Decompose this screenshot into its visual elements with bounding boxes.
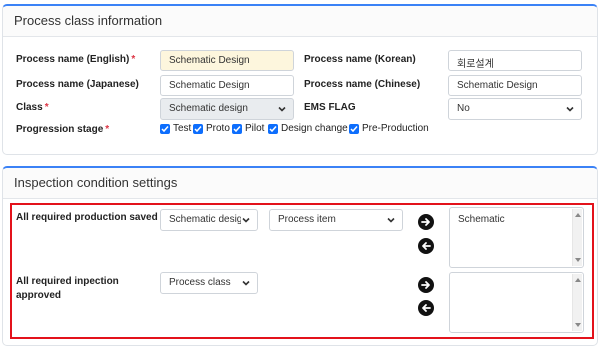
name-zh-input[interactable]: Schematic Design [448, 75, 582, 96]
arrow-left-circle-icon[interactable] [418, 238, 434, 254]
required-mark: * [131, 54, 136, 65]
ems-flag-label: EMS FLAG [304, 102, 356, 113]
scroll-up-icon[interactable] [575, 213, 581, 217]
scrollbar[interactable] [572, 209, 582, 266]
stage-checkbox-pre-production[interactable]: Pre-Production [349, 123, 429, 134]
scroll-up-icon[interactable] [575, 278, 581, 282]
list-item[interactable]: Schematic [458, 214, 575, 225]
row1-item-select[interactable]: Process item [269, 209, 403, 231]
row2-listbox[interactable] [449, 272, 584, 333]
row2-class-select[interactable]: Process class [160, 272, 258, 294]
name-en-label: Process name (English) * [16, 54, 136, 65]
chevron-down-icon [387, 217, 395, 223]
ems-flag-select[interactable]: No [448, 98, 582, 120]
arrow-left-circle-icon[interactable] [418, 300, 434, 316]
class-label: Class * [16, 102, 49, 113]
row1-listbox[interactable]: Schematic [449, 207, 584, 268]
name-ko-label: Process name (Korean) [304, 54, 416, 65]
name-ko-input[interactable]: 회로설계 [448, 50, 582, 71]
check-icon [268, 123, 278, 134]
name-zh-label: Process name (Chinese) [304, 79, 421, 90]
required-mark: * [105, 124, 110, 135]
class-select[interactable]: Schematic design [160, 98, 294, 120]
check-icon [193, 123, 203, 134]
stage-checkbox-pilot[interactable]: Pilot [232, 123, 264, 134]
stage-checkbox-proto[interactable]: Proto [193, 123, 230, 134]
check-icon [349, 123, 359, 134]
chevron-down-icon [566, 106, 574, 112]
scroll-down-icon[interactable] [575, 258, 581, 262]
arrow-right-circle-icon[interactable] [418, 277, 434, 293]
row1-class-select[interactable]: Schematic design [160, 209, 258, 231]
chevron-down-icon [242, 280, 250, 286]
stage-checkbox-design-change[interactable]: Design change [268, 123, 348, 134]
arrow-right-circle-icon[interactable] [418, 214, 434, 230]
name-ja-label: Process name (Japanese) [16, 79, 139, 90]
stage-label: Progression stage * [16, 124, 110, 135]
row1-label: All required production saved [16, 212, 158, 223]
check-icon [160, 123, 170, 134]
chevron-down-icon [278, 106, 286, 112]
stage-checkbox-test[interactable]: Test [160, 123, 191, 134]
check-icon [232, 123, 242, 134]
row2-label: All required inpection approved [16, 276, 119, 301]
process-class-title: Process class information [3, 6, 597, 37]
inspection-title: Inspection condition settings [3, 168, 597, 199]
name-ja-input[interactable]: Schematic Design [160, 75, 294, 96]
name-en-input[interactable]: Schematic Design [160, 50, 294, 71]
required-mark: * [44, 102, 49, 113]
chevron-down-icon [242, 217, 250, 223]
scroll-down-icon[interactable] [575, 323, 581, 327]
scrollbar[interactable] [572, 274, 582, 331]
